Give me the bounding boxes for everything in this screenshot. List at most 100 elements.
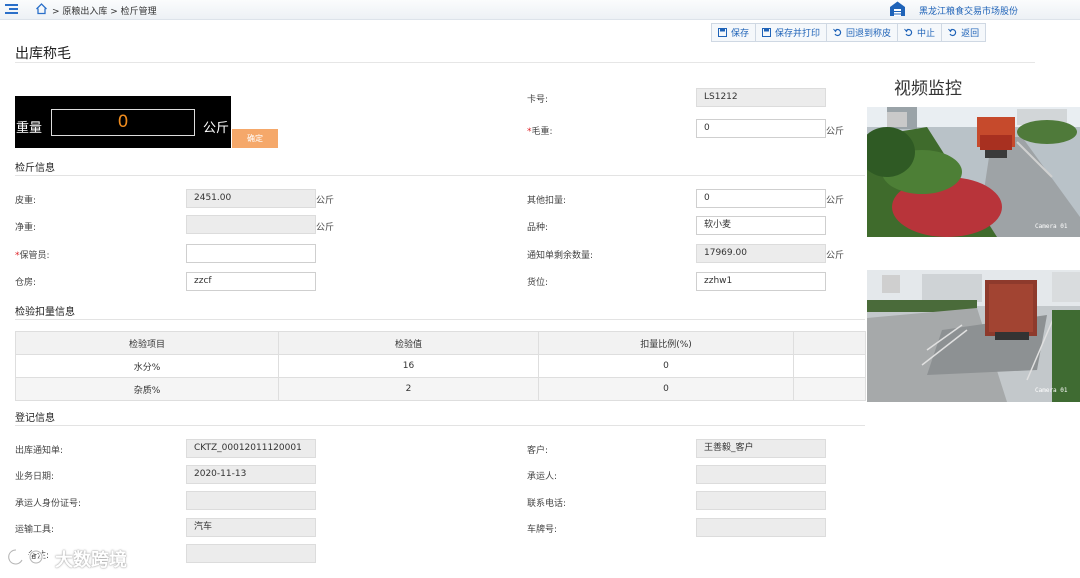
table-row[interactable]: 杂质% 2 0 bbox=[15, 377, 866, 401]
table-cell bbox=[793, 377, 866, 401]
tare-label: 皮重: bbox=[15, 196, 37, 206]
save-icon bbox=[762, 28, 772, 37]
home-icon[interactable] bbox=[35, 2, 48, 15]
net-field[interactable] bbox=[186, 215, 316, 234]
watermark-logo-icon bbox=[6, 546, 46, 568]
breadcrumb: > 原粮出入库 > 检斤管理 bbox=[52, 7, 157, 17]
save-label: 保存 bbox=[731, 29, 750, 39]
remaining-field[interactable]: 17969.00 bbox=[696, 244, 826, 263]
table-cell: 杂质% bbox=[15, 377, 279, 401]
table-cell: 16 bbox=[278, 354, 539, 378]
page-title: 出库称毛 bbox=[15, 46, 71, 62]
column-header bbox=[793, 331, 866, 355]
register-section-divider bbox=[15, 425, 865, 426]
weigh-section-title: 检斤信息 bbox=[15, 163, 55, 174]
other-deduct-field[interactable]: 0 bbox=[696, 189, 826, 208]
inspect-section-title: 检验扣量信息 bbox=[15, 307, 75, 318]
confirm-button[interactable]: 确定 bbox=[232, 129, 278, 148]
other-deduct-unit: 公斤 bbox=[826, 196, 845, 206]
transport-label: 运输工具: bbox=[15, 525, 55, 535]
plate-field[interactable] bbox=[696, 518, 826, 537]
abort-label: 中止 bbox=[917, 29, 936, 39]
save-print-label: 保存并打印 bbox=[775, 29, 821, 39]
scale-weight-value: 0 bbox=[51, 109, 195, 136]
tare-unit: 公斤 bbox=[316, 196, 335, 206]
table-cell: 0 bbox=[538, 354, 794, 378]
watermark-text: 大数跨境 bbox=[55, 550, 127, 571]
camera-feed-1[interactable]: Camera 01 bbox=[867, 107, 1080, 237]
warehouse-field[interactable]: zzcf bbox=[186, 272, 316, 291]
gross-weight-label-text: 毛重: bbox=[531, 127, 553, 137]
video-monitor-title: 视频监控 bbox=[894, 79, 962, 99]
camera-1-label: Camera 01 bbox=[1035, 223, 1068, 230]
return-button[interactable]: 返回 bbox=[942, 24, 985, 41]
net-label: 净重: bbox=[15, 223, 37, 233]
warehouse-label: 仓房: bbox=[15, 278, 37, 288]
transport-field[interactable]: 汽车 bbox=[186, 518, 316, 537]
save-button[interactable]: 保存 bbox=[712, 24, 757, 41]
column-header: 检验值 bbox=[278, 331, 539, 355]
table-row[interactable]: 水分% 16 0 bbox=[15, 354, 866, 378]
phone-label: 联系电话: bbox=[527, 499, 567, 509]
carrier-id-field[interactable] bbox=[186, 491, 316, 510]
gross-weight-unit: 公斤 bbox=[826, 127, 845, 137]
undo-icon bbox=[948, 28, 957, 37]
location-label: 货位: bbox=[527, 278, 549, 288]
camera-2-label: Camera 01 bbox=[1035, 387, 1068, 394]
camera-feed-2[interactable]: Camera 01 bbox=[867, 270, 1080, 402]
biz-date-label: 业务日期: bbox=[15, 472, 55, 482]
carrier-id-label: 承运人身份证号: bbox=[15, 499, 82, 509]
weigh-section-divider bbox=[15, 175, 865, 176]
keeper-label: *保管员: bbox=[15, 248, 50, 261]
notice-no-label: 出库通知单: bbox=[15, 446, 64, 456]
table-cell: 水分% bbox=[15, 354, 279, 378]
back-to-tare-button[interactable]: 回退到称皮 bbox=[827, 24, 899, 41]
location-field[interactable]: zzhw1 bbox=[696, 272, 826, 291]
warehouse-logo-icon bbox=[889, 0, 906, 17]
customer-label: 客户: bbox=[527, 446, 549, 456]
remaining-label: 通知单剩余数量: bbox=[527, 251, 594, 261]
carrier-label: 承运人: bbox=[527, 472, 558, 482]
table-header-row: 检验项目 检验值 扣量比例(%) bbox=[15, 331, 866, 355]
card-no-label: 卡号: bbox=[527, 95, 549, 105]
menu-icon[interactable] bbox=[5, 3, 18, 15]
return-label: 返回 bbox=[961, 29, 980, 39]
gross-weight-label: *毛重: bbox=[527, 124, 553, 137]
top-bar bbox=[0, 0, 1080, 20]
card-no-field[interactable]: LS1212 bbox=[696, 88, 826, 107]
register-section-title: 登记信息 bbox=[15, 413, 55, 424]
biz-date-field[interactable]: 2020-11-13 bbox=[186, 465, 316, 484]
back-to-tare-label: 回退到称皮 bbox=[846, 29, 892, 39]
customer-field[interactable]: 王善毅_客户 bbox=[696, 439, 826, 458]
scale-unit-label: 公斤 bbox=[203, 121, 230, 136]
table-cell bbox=[793, 354, 866, 378]
undo-icon bbox=[904, 28, 913, 37]
plate-label: 车牌号: bbox=[527, 525, 558, 535]
remaining-unit: 公斤 bbox=[826, 251, 845, 261]
save-icon bbox=[718, 28, 727, 37]
variety-label: 品种: bbox=[527, 223, 549, 233]
table-cell: 2 bbox=[278, 377, 539, 401]
column-header: 扣量比例(%) bbox=[538, 331, 794, 355]
other-deduct-label: 其他扣量: bbox=[527, 196, 567, 206]
tare-field[interactable]: 2451.00 bbox=[186, 189, 316, 208]
abort-button[interactable]: 中止 bbox=[898, 24, 943, 41]
carrier-field[interactable] bbox=[696, 465, 826, 484]
inspection-table: 检验项目 检验值 扣量比例(%) 水分% 16 0 杂质% 2 0 bbox=[15, 331, 866, 401]
keeper-field[interactable] bbox=[186, 244, 316, 263]
undo-icon bbox=[833, 28, 842, 37]
scale-weight-label: 重量 bbox=[16, 121, 43, 136]
keeper-label-text: 保管员: bbox=[19, 251, 50, 261]
column-header: 检验项目 bbox=[15, 331, 279, 355]
save-print-button[interactable]: 保存并打印 bbox=[756, 24, 828, 41]
brand-name: 黑龙江粮食交易市场股份 bbox=[919, 7, 1019, 17]
net-unit: 公斤 bbox=[316, 223, 335, 233]
gross-weight-field[interactable]: 0 bbox=[696, 119, 826, 138]
phone-field[interactable] bbox=[696, 491, 826, 510]
notice-no-field[interactable]: CKTZ_00012011120001 bbox=[186, 439, 316, 458]
remark-field[interactable] bbox=[186, 544, 316, 563]
variety-field[interactable]: 软小麦 bbox=[696, 216, 826, 235]
inspect-section-divider bbox=[15, 319, 865, 320]
title-divider bbox=[15, 62, 1035, 63]
action-toolbar: 保存 保存并打印 回退到称皮 中止 返回 bbox=[711, 23, 987, 42]
